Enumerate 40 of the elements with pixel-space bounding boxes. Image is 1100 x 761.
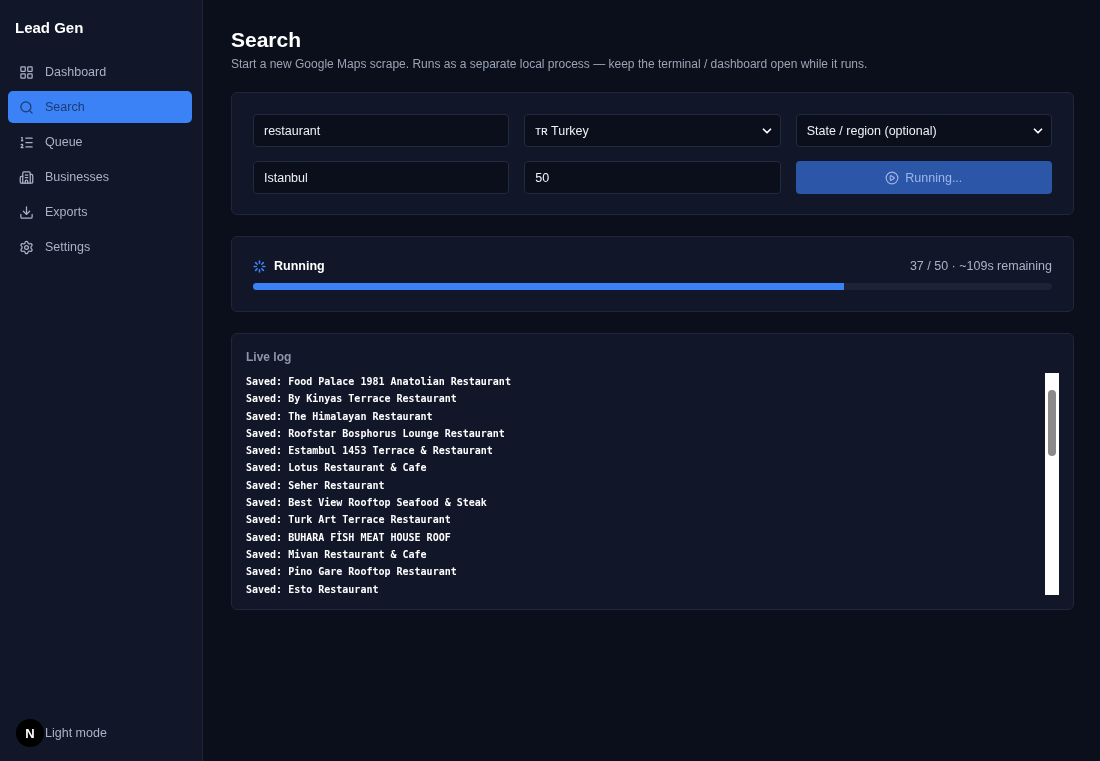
nav-icon: [19, 239, 34, 255]
sidebar-item[interactable]: Businesses: [8, 161, 192, 193]
theme-toggle[interactable]: Light mode: [45, 726, 107, 740]
sidebar-item[interactable]: Exports: [8, 196, 192, 228]
page-subtitle: Start a new Google Maps scrape. Runs as a separate local process — keep the terminal / dashboard open while it runs.: [231, 57, 869, 71]
log-line: Saved: Pino Gare Rooftop Restaurant: [246, 565, 458, 580]
play-icon: [885, 170, 900, 185]
input-field[interactable]: Istanbul: [253, 161, 510, 194]
select-field[interactable]: ᴛʀ Turkey: [524, 114, 781, 147]
nav-icon: [19, 99, 34, 115]
nav-icon: [19, 169, 34, 185]
log-line: Saved: Food Palace 1981 Anatolian Restaurant: [246, 375, 512, 389]
log-title: Live log: [246, 350, 293, 364]
progress-count: 37 / 50 · ~109s remaining: [909, 259, 1052, 273]
sidebar-item[interactable]: Settings: [8, 231, 192, 263]
log-line: Saved: Best View Rooftop Seafood & Steak: [246, 496, 488, 511]
nav-icon: [19, 64, 34, 80]
log-line: Saved: Mivan Restaurant & Cafe: [246, 547, 428, 562]
log-line: Saved: BUHARA FİSH MEAT HOUSE ROOF: [246, 530, 452, 545]
page-title: Search: [231, 28, 303, 52]
log-line: Saved: Lotus Restaurant & Cafe: [246, 461, 428, 476]
log-line: Saved: The Himalayan Restaurant: [246, 409, 434, 424]
spinner-icon: [253, 259, 266, 273]
input-field[interactable]: restaurant: [253, 114, 510, 147]
log-line: Saved: Estambul 1453 Terrace & Restaurant: [246, 444, 494, 459]
status-label: Running: [274, 259, 325, 273]
log-line: Saved: Turk Art Terrace Restaurant: [246, 513, 452, 528]
log-line: Saved: Esto Restaurant: [246, 582, 380, 597]
nav-icon: [19, 204, 34, 220]
select-field[interactable]: State / region (optional): [795, 114, 1052, 147]
nav-icon: [19, 134, 34, 150]
app-title: Lead Gen: [14, 18, 85, 38]
dev-badge[interactable]: N: [16, 719, 44, 747]
input-field[interactable]: 50: [524, 161, 781, 194]
log-line: Saved: By Kinyas Terrace Restaurant: [246, 392, 458, 407]
scrollbar[interactable]: [1045, 373, 1059, 595]
log-line: Saved: Roofstar Bosphorus Lounge Restaurant: [246, 426, 506, 441]
sidebar-item[interactable]: Dashboard: [8, 56, 192, 88]
sidebar-item[interactable]: Queue: [8, 126, 192, 158]
log-line: Saved: Seher Restaurant: [246, 478, 386, 493]
